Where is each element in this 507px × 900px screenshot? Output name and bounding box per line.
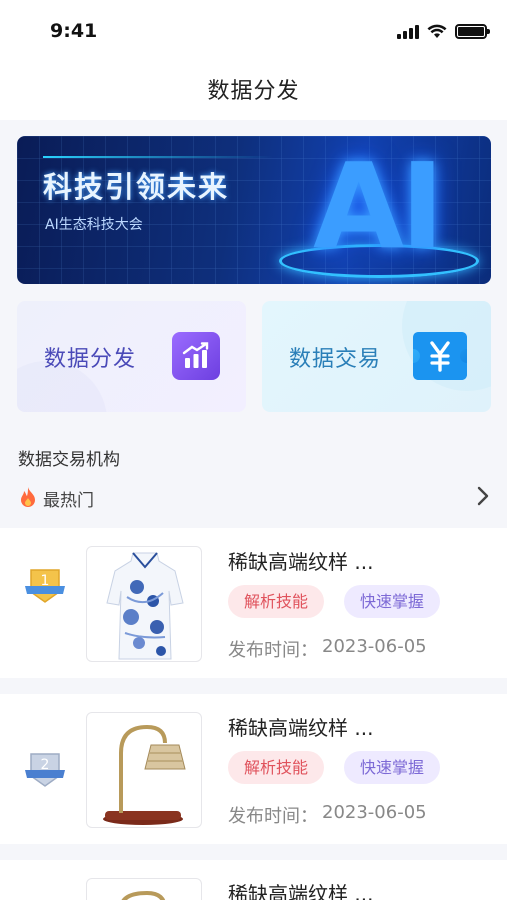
qipao-dress-image <box>86 546 202 662</box>
yen-ticket-icon <box>413 332 467 380</box>
bar-chart-trend-icon <box>172 332 220 380</box>
data-trading-card[interactable]: 数据交易 <box>262 301 491 412</box>
item-title: 稀缺高端纹样 ... <box>228 882 374 900</box>
chevron-right-icon[interactable] <box>477 486 489 506</box>
nav-bar: 数据分发 <box>0 64 507 120</box>
status-icons <box>397 24 490 39</box>
rank-number: 2 <box>41 757 50 773</box>
tag-analysis[interactable]: 解析技能 <box>228 585 325 618</box>
list-item[interactable]: 2 稀缺高端纹样 ... 解析技能 快速掌握 发布时间： 2023-06-05 <box>0 694 507 844</box>
item-title: 稀缺高端纹样 ... <box>228 716 374 740</box>
hot-filter-row[interactable]: 最热门 <box>0 480 507 514</box>
item-image <box>86 878 202 900</box>
page-title: 数据分发 <box>207 79 300 104</box>
data-distribution-card[interactable]: 数据分发 <box>17 301 246 412</box>
fire-icon <box>21 487 35 507</box>
banner-accent-line <box>43 156 273 158</box>
card-label: 数据交易 <box>289 347 382 372</box>
publish-date-label: 发布时间： <box>228 640 318 661</box>
list-item[interactable]: 1 稀缺高端纹样 ... 解析技能 快速掌握 发布时间： 2023-06-05 <box>0 528 507 678</box>
tag-quick-master[interactable]: 快速掌握 <box>344 751 441 784</box>
section-title: 数据交易机构 <box>18 450 120 470</box>
table-lamp-image <box>86 712 202 828</box>
banner-ai-logo: AI <box>313 137 444 275</box>
banner-subtitle: AI生态科技大会 <box>45 217 143 233</box>
status-time: 9:41 <box>50 20 98 42</box>
item-title: 稀缺高端纹样 ... <box>228 550 374 574</box>
list-item[interactable]: 稀缺高端纹样 ... <box>0 860 507 900</box>
tag-analysis[interactable]: 解析技能 <box>228 751 325 784</box>
gold-medal-icon: 1 <box>25 569 65 603</box>
publish-date-label: 发布时间： <box>228 806 318 827</box>
banner-title: 科技引领未来 <box>43 170 230 204</box>
rank-number: 1 <box>41 573 50 589</box>
card-label: 数据分发 <box>44 347 137 372</box>
promo-banner[interactable]: 科技引领未来 AI生态科技大会 AI <box>17 136 491 284</box>
publish-date: 2023-06-05 <box>322 636 427 657</box>
battery-icon <box>455 24 490 39</box>
tag-quick-master[interactable]: 快速掌握 <box>344 585 441 618</box>
status-bar: 9:41 <box>0 0 507 64</box>
hot-label: 最热门 <box>43 491 94 511</box>
silver-medal-icon: 2 <box>25 753 65 787</box>
wifi-icon <box>427 24 447 38</box>
signal-icon <box>397 24 419 39</box>
publish-date: 2023-06-05 <box>322 802 427 823</box>
